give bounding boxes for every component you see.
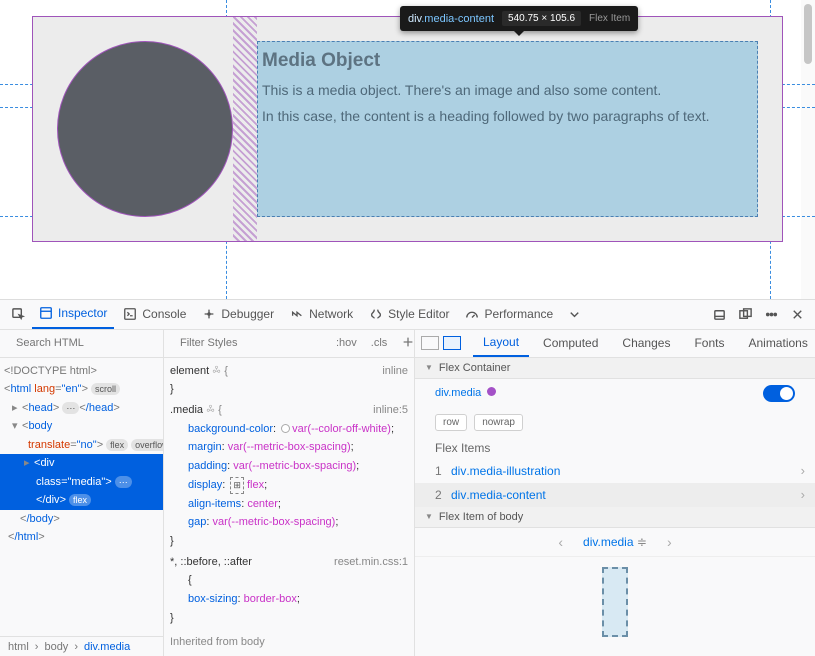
- media-heading: Media Object: [262, 50, 753, 72]
- flex-item-row[interactable]: 1div.media-illustration›: [415, 459, 815, 483]
- media-paragraph: In this case, the content is a heading f…: [262, 108, 753, 124]
- tooltip-dimensions: 540.75 × 105.6: [502, 11, 581, 26]
- new-rule-button[interactable]: [397, 333, 415, 354]
- prev-sibling-button[interactable]: ‹: [558, 534, 563, 550]
- tab-debugger[interactable]: Debugger: [195, 300, 281, 329]
- selected-node: ▸<div: [0, 454, 163, 473]
- subtab-changes[interactable]: Changes: [612, 330, 680, 357]
- pseudo-hov-button[interactable]: :hov: [332, 335, 361, 351]
- more-tabs-button[interactable]: [562, 300, 586, 329]
- overlay-color-swatch[interactable]: [487, 387, 496, 396]
- breadcrumbs[interactable]: html›body›div.media: [0, 636, 163, 656]
- media-illustration[interactable]: [57, 41, 233, 217]
- subtab-computed[interactable]: Computed: [533, 330, 608, 357]
- tab-console[interactable]: Console: [116, 300, 193, 329]
- search-html-input[interactable]: [12, 333, 162, 353]
- flex-direction-chip: row: [435, 414, 467, 431]
- devtools-tabs: Inspector Console Debugger Network Style…: [0, 300, 815, 330]
- subtab-layout[interactable]: Layout: [473, 330, 529, 357]
- pick-element-button[interactable]: [6, 300, 30, 329]
- rule-element: element {inline }: [170, 362, 408, 399]
- meatball-menu-button[interactable]: [759, 300, 783, 329]
- tab-performance[interactable]: Performance: [458, 300, 560, 329]
- flex-item-diagram: [602, 567, 628, 637]
- tab-inspector[interactable]: Inspector: [32, 300, 114, 329]
- section-flex-container[interactable]: Flex Container: [415, 358, 815, 379]
- media-paragraph: This is a media object. There's an image…: [262, 82, 753, 98]
- section-flex-item[interactable]: Flex Item of body: [415, 507, 815, 528]
- close-devtools-button[interactable]: [785, 300, 809, 329]
- rule-media: .media {inline:5 background-color: var(-…: [170, 401, 408, 551]
- flex-overlay-toggle[interactable]: [763, 385, 795, 402]
- flex-wrap-chip: nowrap: [474, 414, 523, 431]
- inspector-tooltip: div.media-content 540.75 × 105.6 Flex It…: [400, 6, 638, 31]
- subtab-animations[interactable]: Animations: [738, 330, 815, 357]
- cls-button[interactable]: .cls: [367, 335, 392, 351]
- pane-toggle[interactable]: [421, 336, 461, 350]
- tab-style-editor[interactable]: Style Editor: [362, 300, 456, 329]
- viewport-scrollbar[interactable]: [801, 0, 815, 299]
- flex-item-row[interactable]: 2div.media-content›: [415, 483, 815, 507]
- media-object[interactable]: div.media-content 540.75 × 105.6 Flex It…: [32, 16, 783, 242]
- separate-window-button[interactable]: [733, 300, 757, 329]
- rules-panel[interactable]: element {inline } .media {inline:5 backg…: [164, 358, 414, 656]
- rule-reset: *, ::before, ::afterreset.min.css:1 { bo…: [170, 553, 408, 628]
- filter-styles-input[interactable]: [176, 333, 326, 353]
- subtab-fonts[interactable]: Fonts: [684, 330, 734, 357]
- next-sibling-button[interactable]: ›: [667, 534, 672, 550]
- tab-network[interactable]: Network: [283, 300, 360, 329]
- dock-button[interactable]: [707, 300, 731, 329]
- media-content[interactable]: div.media-content 540.75 × 105.6 Flex It…: [257, 41, 758, 217]
- flex-items-label: Flex Items: [415, 437, 815, 459]
- markup-tree[interactable]: <!DOCTYPE html> <html lang="en">scroll ▸…: [0, 358, 163, 636]
